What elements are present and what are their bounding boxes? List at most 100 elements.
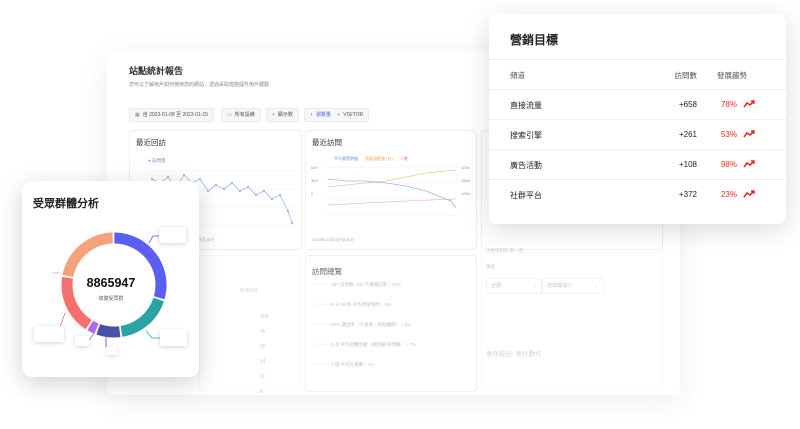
select-value: 增加或減少	[547, 283, 573, 289]
visits-cell: +108	[678, 160, 697, 169]
chevron-down-icon: ⌄	[594, 283, 599, 289]
new-visitors-values: 154 26 25 14 11 8	[260, 310, 268, 395]
trending-up-icon	[743, 100, 755, 108]
visits-cell: +372	[678, 190, 697, 199]
table-cell: 8	[260, 389, 263, 395]
channel-cell: 社群平台	[510, 191, 542, 200]
filter-select-all[interactable]: 全部 ⌄	[486, 278, 542, 294]
all-devices-label: 所有設備	[234, 112, 255, 118]
marketing-goals-panel: 營銷目標 頻道 訪問數 發展趨勢 直接流量 +658 78% 搜索引擎 +261…	[489, 14, 786, 224]
visits-data-point	[286, 209, 290, 213]
trend-cell: 23%	[720, 190, 737, 199]
table-row[interactable]: 廣告活動 +108 98%	[489, 149, 786, 180]
device-icon: ▭	[227, 112, 232, 118]
table-cell: 14	[260, 359, 266, 365]
segment-callout	[75, 336, 89, 346]
trend-cell: 53%	[720, 130, 737, 139]
visits-data-point	[230, 181, 234, 185]
segment-callout	[34, 326, 64, 342]
recent-views-line-chart	[324, 166, 458, 216]
callout-line	[145, 330, 160, 339]
visit-overview-title: 訪問總覽	[312, 267, 342, 276]
visits-data-point	[166, 175, 170, 179]
visits-data-point	[254, 193, 258, 197]
visitor-label: VISITOR	[343, 112, 364, 118]
visits-data-point	[246, 185, 250, 189]
channel-cell: 廣告活動	[510, 161, 542, 170]
visits-data-point	[182, 173, 186, 177]
segment-callout	[159, 227, 186, 243]
series-line	[327, 198, 457, 206]
list-item: ～～～～ 8 分 28 秒 平均停留時間 ↓ 8%	[312, 302, 392, 307]
callout-line	[52, 312, 66, 328]
overview-delta: ↑ 3%	[406, 342, 417, 347]
table-cell: 154	[260, 314, 269, 320]
trend-cell: 78%	[720, 100, 737, 109]
visits-cell: +261	[678, 130, 697, 139]
audience-total-label: 總體受眾群	[98, 296, 124, 302]
date-range-label: 自 2023-01-08 至 2023-01-15	[142, 112, 209, 118]
table-row[interactable]: 直接流量 +658 78%	[489, 89, 786, 120]
audience-total-value: 8865947	[86, 276, 136, 290]
visits-data-point	[150, 177, 154, 181]
recent-visits-title: 最近回訪	[136, 138, 166, 147]
list-item: ～～～～ 2 個 平均交易數 ↑ 4%	[312, 362, 375, 367]
table-cell: 11	[260, 374, 266, 380]
trending-up-icon	[743, 190, 755, 198]
visits-header: 訪問數	[674, 71, 698, 80]
list-item: ～～～～ 87% 跳出率（只查看一頁就離開） ↑ 5%	[312, 322, 412, 327]
visits-data-point	[222, 187, 226, 191]
overview-text: 87% 跳出率（只查看一頁就離開）	[331, 322, 401, 327]
recent-views-title: 最近訪問	[312, 138, 342, 147]
metric-label: 瀏覽量	[315, 112, 331, 118]
segment-callout	[160, 330, 187, 346]
channel-cell: 直接流量	[510, 101, 542, 110]
visits-data-point	[290, 221, 294, 225]
report-title: 站點統計報告	[129, 66, 184, 76]
trend-header: 發展趨勢	[717, 71, 747, 80]
comparison-label: 比較提前的 前一週	[486, 248, 524, 253]
marketing-table-header: 頻道 訪問數 發展趨勢	[489, 59, 786, 90]
overview-delta: ↑ 5%	[401, 322, 412, 327]
display-button[interactable]: + 顯示數	[266, 108, 299, 122]
calendar-icon: ▦	[135, 112, 140, 118]
select-value: 全部	[491, 283, 502, 289]
list-item: ～～～～ 187 訪問數, 102 不重複訪客 ↑ 16%	[312, 282, 402, 287]
plus-icon: +	[272, 112, 275, 118]
recent-views-xlabel: 2023年10月25日至26日	[312, 237, 355, 242]
series-line	[327, 178, 457, 209]
visits-data-point	[262, 189, 266, 193]
display-label: 顯示數	[277, 112, 293, 118]
marketing-goals-title: 營銷目標	[510, 33, 559, 47]
all-devices-button[interactable]: ▭ 所有設備	[221, 108, 261, 122]
visits-data-point	[278, 193, 282, 197]
date-range-button[interactable]: ▦ 自 2023-01-08 至 2023-01-15	[129, 108, 215, 122]
table-row[interactable]: 社群平台 +372 23%	[489, 179, 786, 210]
channel-cell: 搜索引擎	[510, 131, 542, 140]
overview-text: 5 次 平均瀏覽頁數（網頁數/訪問數）	[331, 342, 406, 347]
overview-text: 2 個 平均交易數	[331, 362, 364, 367]
plus-icon: +	[310, 112, 313, 118]
trending-up-icon	[743, 160, 755, 168]
visits-cell: +658	[678, 100, 697, 109]
list-item: ～～～～ 5 次 平均瀏覽頁數（網頁數/訪問數） ↑ 3%	[312, 342, 417, 347]
visits-data-point	[238, 189, 242, 193]
table-row[interactable]: 搜索引擎 +261 53%	[489, 119, 786, 150]
series-line	[327, 169, 457, 188]
chevron-down-icon: ⌄	[532, 283, 537, 289]
overview-delta: ↑ 16%	[388, 282, 402, 287]
report-subtitle: 您可以了解用戶如何使用您的網站，透過采取措施提升用戶體驗	[129, 82, 270, 88]
trending-up-icon	[743, 130, 755, 138]
new-visitors-header: 新增訪客	[240, 288, 258, 293]
table-cell: 25	[260, 344, 266, 350]
filter-select-change[interactable]: 增加或減少 ⌄	[542, 278, 604, 294]
trend-cell: 98%	[720, 160, 737, 169]
plus-icon: +	[337, 112, 341, 118]
channel-header: 頻道	[510, 71, 525, 80]
dimension-label: 維度	[486, 264, 495, 269]
metric-filter-button[interactable]: + 瀏覽量 + VISITOR	[304, 108, 370, 122]
comparison-card: 比較提前的 前一週 維度 全部 ⌄ 增加或減少 ⌄ 事件統計: 事件動作	[481, 225, 663, 387]
segment-callout	[107, 347, 117, 355]
visits-data-point	[270, 197, 274, 201]
event-statistics-title: 事件統計: 事件動作	[486, 351, 542, 358]
